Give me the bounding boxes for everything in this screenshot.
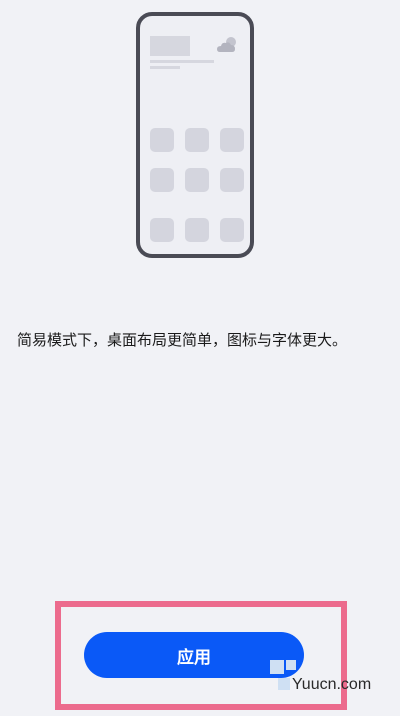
preview-app-icon <box>150 128 174 152</box>
watermark: Yuucn.com <box>270 660 390 700</box>
watermark-square <box>278 678 290 690</box>
watermark-square <box>286 660 296 670</box>
watermark-square <box>270 660 284 674</box>
mode-description: 简易模式下，桌面布局更简单，图标与字体更大。 <box>17 331 348 349</box>
watermark-text: Yuucn.com <box>292 676 372 693</box>
preview-app-icon <box>220 218 244 242</box>
partly-cloudy-icon <box>217 37 236 52</box>
preview-app-icon <box>185 128 209 152</box>
preview-widget-line <box>150 66 180 69</box>
preview-widget-block <box>150 36 190 56</box>
preview-app-icon <box>150 168 174 192</box>
phone-preview-illustration <box>136 12 254 258</box>
preview-app-icon <box>150 218 174 242</box>
preview-app-icon <box>220 128 244 152</box>
preview-app-icon <box>185 218 209 242</box>
preview-app-icon <box>185 168 209 192</box>
preview-widget-line <box>150 60 214 63</box>
preview-app-icon <box>220 168 244 192</box>
